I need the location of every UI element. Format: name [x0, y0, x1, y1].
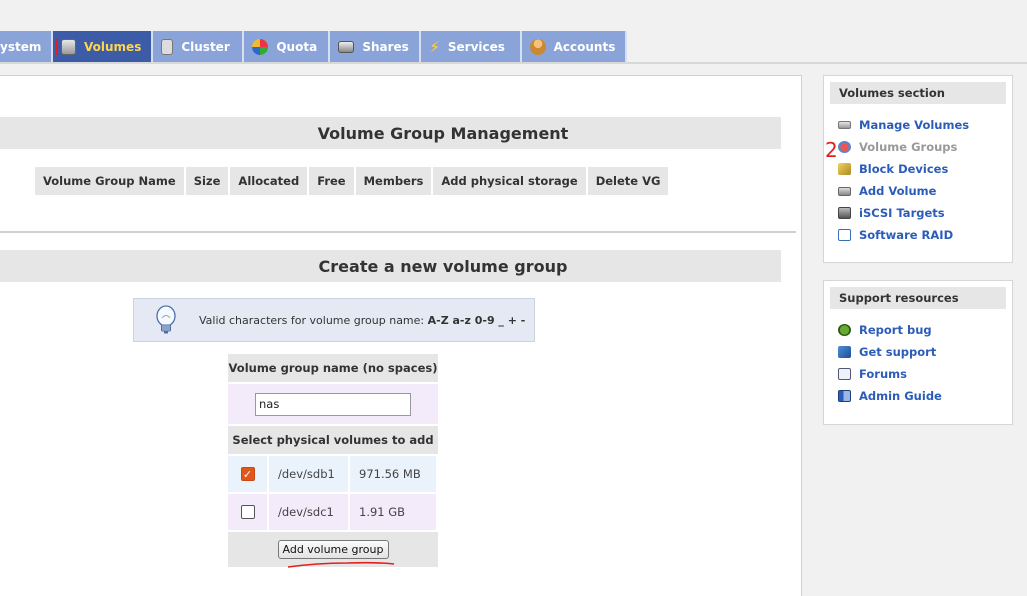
pv-checkbox-sdc1[interactable]	[240, 505, 255, 519]
info-text-prefix: Valid characters for volume group name:	[199, 313, 428, 327]
pv-size: 971.56 MB	[350, 456, 436, 492]
pv-checkbox-sdb1[interactable]: ✓	[240, 467, 255, 481]
pv-row-sdb1: ✓ /dev/sdb1 971.56 MB	[228, 456, 438, 492]
sidebar-item-report-bug[interactable]: Report bug	[838, 319, 1012, 341]
annotation-mark-1	[56, 39, 59, 55]
col-vg-name: Volume Group Name	[35, 167, 184, 195]
pv-device: /dev/sdc1	[269, 494, 348, 530]
tab-shares-label: Shares	[362, 39, 409, 54]
main-tabs: ystem Volumes Cluster Quota Shares ⚡ Ser…	[0, 31, 628, 62]
sidebar-item-label: Block Devices	[859, 162, 949, 176]
tab-volumes-label: Volumes	[84, 39, 142, 54]
quota-icon	[252, 38, 269, 55]
tab-system[interactable]: ystem	[0, 31, 54, 62]
col-allocated: Allocated	[230, 167, 308, 195]
info-box: Valid characters for volume group name: …	[133, 298, 535, 342]
col-add-physical-storage: Add physical storage	[433, 167, 586, 195]
sidebar-item-forums[interactable]: Forums	[838, 363, 1012, 385]
guide-icon	[838, 390, 851, 402]
info-text: Valid characters for volume group name: …	[199, 314, 525, 327]
tab-accounts-label: Accounts	[553, 39, 616, 54]
vg-name-row	[228, 384, 438, 424]
volumes-section-box: Volumes section Manage Volumes Volume Gr…	[823, 75, 1013, 263]
tab-quota-label: Quota	[276, 39, 318, 54]
services-icon: ⚡	[429, 37, 440, 56]
pv-device: /dev/sdb1	[269, 456, 348, 492]
pv-size: 1.91 GB	[350, 494, 436, 530]
sidebar-item-label: Add Volume	[859, 184, 937, 198]
support-resources-title: Support resources	[830, 287, 1006, 309]
tab-services[interactable]: ⚡ Services	[421, 31, 523, 62]
vg-name-label: Volume group name (no spaces)	[228, 354, 438, 382]
sidebar-item-label: Get support	[859, 345, 937, 359]
bug-icon	[838, 324, 851, 336]
create-vg-title: Create a new volume group	[0, 250, 781, 282]
lightbulb-icon	[156, 305, 176, 334]
cluster-icon	[161, 38, 174, 55]
tab-quota[interactable]: Quota	[244, 31, 331, 62]
main-panel: Volume Group Management Volume Group Nam…	[0, 75, 802, 596]
sidebar-item-label: Report bug	[859, 323, 932, 337]
create-vg-form: Volume group name (no spaces) Select phy…	[228, 354, 438, 567]
vg-management-title: Volume Group Management	[0, 117, 781, 149]
tab-accounts[interactable]: Accounts	[522, 31, 628, 62]
tab-system-label: ystem	[0, 39, 42, 54]
pv-row-sdc1: /dev/sdc1 1.91 GB	[228, 494, 438, 530]
tab-cluster[interactable]: Cluster	[153, 31, 245, 62]
sidebar-item-label: Forums	[859, 367, 907, 381]
vg-table-header: Volume Group Name Size Allocated Free Me…	[35, 167, 669, 195]
accounts-icon	[530, 38, 546, 55]
col-free: Free	[309, 167, 354, 195]
sidebar-item-label: Manage Volumes	[859, 118, 970, 132]
volumes-section-list: Manage Volumes Volume Groups Block Devic…	[824, 104, 1012, 246]
tab-divider	[0, 62, 1027, 64]
select-pv-label: Select physical volumes to add	[228, 426, 438, 454]
disk-icon	[838, 121, 851, 129]
tab-volumes[interactable]: Volumes	[53, 31, 154, 62]
support-icon	[838, 346, 851, 358]
sidebar-item-iscsi-targets[interactable]: iSCSI Targets	[838, 202, 1012, 224]
add-volume-group-button[interactable]: Add volume group	[277, 540, 389, 559]
add-volume-icon	[838, 186, 851, 196]
raid-icon	[838, 229, 851, 241]
sidebar-item-manage-volumes[interactable]: Manage Volumes	[838, 114, 1012, 136]
block-devices-icon	[838, 163, 851, 175]
support-resources-list: Report bug Get support Forums Admin Guid…	[824, 309, 1012, 407]
section-divider	[0, 231, 796, 233]
sidebar-item-label: Volume Groups	[859, 140, 958, 154]
shares-icon	[338, 40, 355, 53]
support-resources-box: Support resources Report bug Get support…	[823, 280, 1013, 425]
sidebar-item-label: Admin Guide	[859, 389, 942, 403]
col-members: Members	[355, 167, 432, 195]
tab-services-label: Services	[447, 39, 505, 54]
volumes-icon	[61, 38, 77, 55]
sidebar-item-software-raid[interactable]: Software RAID	[838, 224, 1012, 246]
forums-icon	[838, 368, 851, 380]
volume-groups-icon	[838, 141, 851, 153]
sidebar-item-add-volume[interactable]: Add Volume	[838, 180, 1012, 202]
col-delete-vg: Delete VG	[587, 167, 669, 195]
sidebar-item-volume-groups[interactable]: Volume Groups	[838, 136, 1012, 158]
vg-name-input[interactable]	[255, 392, 411, 416]
annotation-underline	[287, 561, 395, 568]
sidebar-item-label: Software RAID	[859, 228, 954, 242]
volumes-section-title: Volumes section	[830, 82, 1006, 104]
sidebar-item-admin-guide[interactable]: Admin Guide	[838, 385, 1012, 407]
info-valid-chars: A-Z a-z 0-9 _ + -	[427, 313, 526, 327]
iscsi-icon	[838, 207, 851, 219]
col-size: Size	[185, 167, 229, 195]
sidebar-item-label: iSCSI Targets	[859, 206, 945, 220]
sidebar-item-get-support[interactable]: Get support	[838, 341, 1012, 363]
tab-shares[interactable]: Shares	[330, 31, 422, 62]
annotation-step-number: 2	[825, 138, 838, 162]
sidebar-item-block-devices[interactable]: Block Devices	[838, 158, 1012, 180]
tab-cluster-label: Cluster	[181, 39, 230, 54]
